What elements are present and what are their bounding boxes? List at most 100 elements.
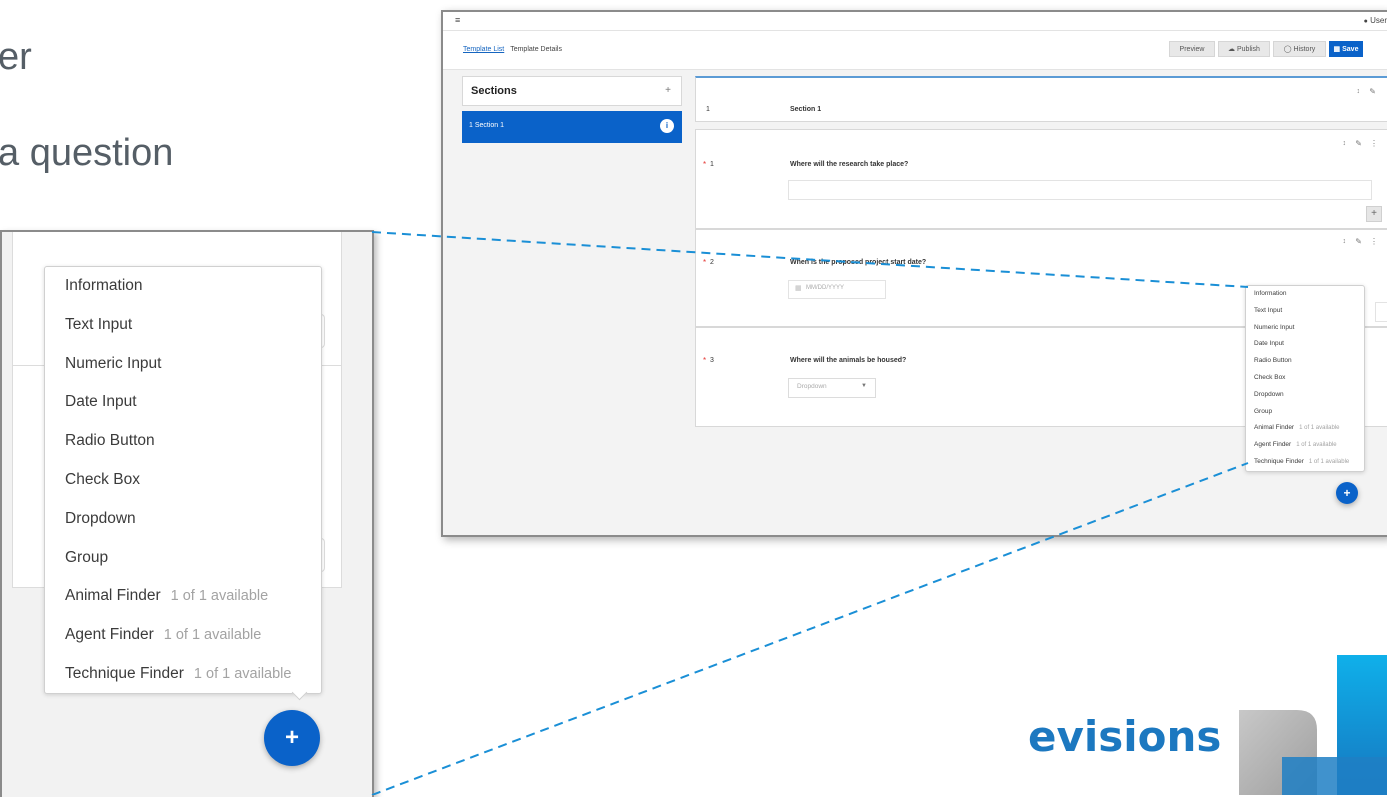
menu-item-label: Agent Finder	[1254, 441, 1292, 449]
menu-item-label: Check Box	[1254, 373, 1286, 381]
availability-text: 1 of 1 available	[170, 588, 269, 605]
breadcrumb-template-list-link[interactable]: Template List	[463, 46, 504, 53]
availability-text: 1 of 1 available	[1308, 458, 1350, 465]
breadcrumb-current: Template Details	[510, 46, 562, 53]
menu-item-label: Numeric Input	[1254, 323, 1295, 331]
menu-item-label: Date Input	[1254, 340, 1284, 348]
caret-down-icon: ▼	[861, 383, 867, 389]
sidebar-item-label: 1 Section 1	[469, 122, 505, 129]
sections-panel: Sections +	[462, 76, 682, 106]
menu-item-information[interactable]: Information	[45, 267, 321, 306]
template-editor-window: ≡ ● User Template List Template Details …	[441, 10, 1387, 537]
add-question-fab-zoomed[interactable]: +	[264, 710, 320, 766]
add-section-button[interactable]: +	[665, 85, 671, 96]
menu-item-animal-finder[interactable]: Animal Finder 1 of 1 available	[45, 577, 321, 616]
pencil-icon[interactable]: ✎	[1355, 237, 1362, 246]
menu-item-agent-finder[interactable]: Agent Finder 1 of 1 available	[45, 616, 321, 655]
required-marker: *	[703, 160, 707, 169]
menu-item-label: Numeric Input	[65, 354, 162, 372]
pencil-icon[interactable]: ✎	[1355, 139, 1362, 148]
info-icon[interactable]: i	[660, 119, 674, 133]
menu-item-group[interactable]: Group	[1246, 404, 1364, 421]
publish-button-label: Publish	[1236, 46, 1260, 53]
availability-text: 1 of 1 available	[1299, 425, 1340, 432]
breadcrumb-toolbar: Template List Template Details Preview ☁…	[443, 31, 1387, 70]
availability-text: 1 of 1 available	[163, 627, 262, 644]
question-number: 3	[710, 357, 714, 364]
menu-item-check-box[interactable]: Check Box	[1246, 370, 1364, 387]
more-vertical-icon[interactable]: ⋮	[1370, 139, 1378, 148]
menu-item-technique-finder[interactable]: Technique Finder 1 of 1 available	[45, 655, 321, 694]
menu-item-text-input[interactable]: Text Input	[45, 306, 321, 345]
menu-item-check-box[interactable]: Check Box	[45, 461, 321, 500]
menu-item-numeric-input[interactable]: Numeric Input	[45, 345, 321, 384]
menu-item-group[interactable]: Group	[45, 539, 321, 578]
menu-item-date-input[interactable]: Date Input	[1246, 336, 1364, 353]
menu-item-label: Text Input	[65, 315, 133, 333]
required-marker: *	[703, 258, 707, 267]
plus-icon: +	[284, 724, 299, 751]
history-button-label: History	[1293, 46, 1316, 53]
clock-icon: ◯	[1283, 46, 1292, 53]
more-vertical-icon[interactable]: ⋮	[1370, 237, 1378, 246]
menu-item-date-input[interactable]: Date Input	[45, 383, 321, 422]
menu-item-label: Dropdown	[1254, 390, 1284, 398]
menu-item-label: Animal Finder	[65, 587, 161, 605]
question-text: Where will the research take place?	[790, 161, 909, 168]
menu-item-label: Animal Finder	[1254, 424, 1295, 432]
sidebar-item-section-1[interactable]: 1 Section 1 i	[462, 111, 682, 143]
move-icon[interactable]: ↕	[1343, 140, 1347, 147]
history-button[interactable]: ◯ History	[1273, 41, 1326, 57]
date-placeholder: MM/DD/YYYY	[806, 285, 845, 291]
top-bar: ≡ ● User	[443, 12, 1387, 31]
question-text: When is the proposed project start date?	[790, 259, 927, 266]
publish-button[interactable]: ☁ Publish	[1218, 41, 1270, 57]
add-question-fab[interactable]: +	[1336, 482, 1358, 504]
menu-item-radio-button[interactable]: Radio Button	[45, 422, 321, 461]
menu-item-radio-button[interactable]: Radio Button	[1246, 353, 1364, 370]
hamburger-menu-icon[interactable]: ≡	[455, 15, 460, 25]
menu-item-label: Group	[1254, 407, 1273, 415]
breadcrumb: Template List Template Details	[463, 46, 562, 53]
question-number: 2	[710, 259, 714, 266]
add-question-menu: Information Text Input Numeric Input Dat…	[1245, 285, 1365, 472]
text-input-field[interactable]	[788, 180, 1372, 200]
pencil-icon[interactable]: ✎	[1369, 87, 1376, 96]
required-marker: *	[703, 356, 707, 365]
menu-item-label: Information	[1254, 290, 1287, 297]
menu-item-label: Agent Finder	[65, 626, 154, 644]
calendar-icon: ▦	[795, 285, 802, 292]
move-icon[interactable]: ↕	[1357, 88, 1361, 95]
floppy-disk-icon: ▦	[1333, 46, 1341, 53]
menu-item-text-input[interactable]: Text Input	[1246, 303, 1364, 320]
menu-item-label: Text Input	[1254, 306, 1283, 314]
menu-item-technique-finder[interactable]: Technique Finder 1 of 1 available	[1246, 454, 1364, 471]
menu-item-label: Dropdown	[65, 509, 136, 527]
add-row-button[interactable]: +	[1366, 206, 1382, 222]
preview-button[interactable]: Preview	[1169, 41, 1215, 57]
user-menu[interactable]: ● User	[1364, 16, 1387, 25]
menu-item-animal-finder[interactable]: Animal Finder 1 of 1 available	[1246, 420, 1364, 437]
menu-item-information[interactable]: Information	[1246, 286, 1364, 303]
dropdown-select[interactable]: Dropdown ▼	[788, 378, 876, 398]
move-icon[interactable]: ↕	[1343, 238, 1347, 245]
bg-input-stub	[1375, 302, 1387, 322]
plus-icon: +	[1343, 486, 1351, 500]
date-input-field[interactable]: ▦ MM/DD/YYYY	[788, 280, 886, 299]
save-button[interactable]: ▦ Save	[1329, 41, 1363, 57]
question-number: 1	[710, 161, 714, 168]
menu-item-dropdown[interactable]: Dropdown	[1246, 387, 1364, 404]
cloud-upload-icon: ☁	[1228, 46, 1236, 53]
menu-item-numeric-input[interactable]: Numeric Input	[1246, 320, 1364, 337]
menu-item-label: Technique Finder	[65, 664, 184, 682]
menu-item-dropdown[interactable]: Dropdown	[45, 500, 321, 539]
menu-item-label: Group	[65, 548, 109, 566]
evisions-logo-mark	[1239, 655, 1387, 795]
menu-item-label: Check Box	[65, 470, 140, 488]
section-title: Section 1	[790, 106, 822, 113]
menu-item-label: Technique Finder	[1254, 457, 1304, 465]
menu-item-agent-finder[interactable]: Agent Finder 1 of 1 available	[1246, 437, 1364, 454]
sections-title: Sections	[471, 85, 517, 97]
section-header-card: 1 Section 1 ↕ ✎	[695, 76, 1387, 122]
zoomed-callout: Information Text Input Numeric Input Dat…	[0, 230, 374, 797]
